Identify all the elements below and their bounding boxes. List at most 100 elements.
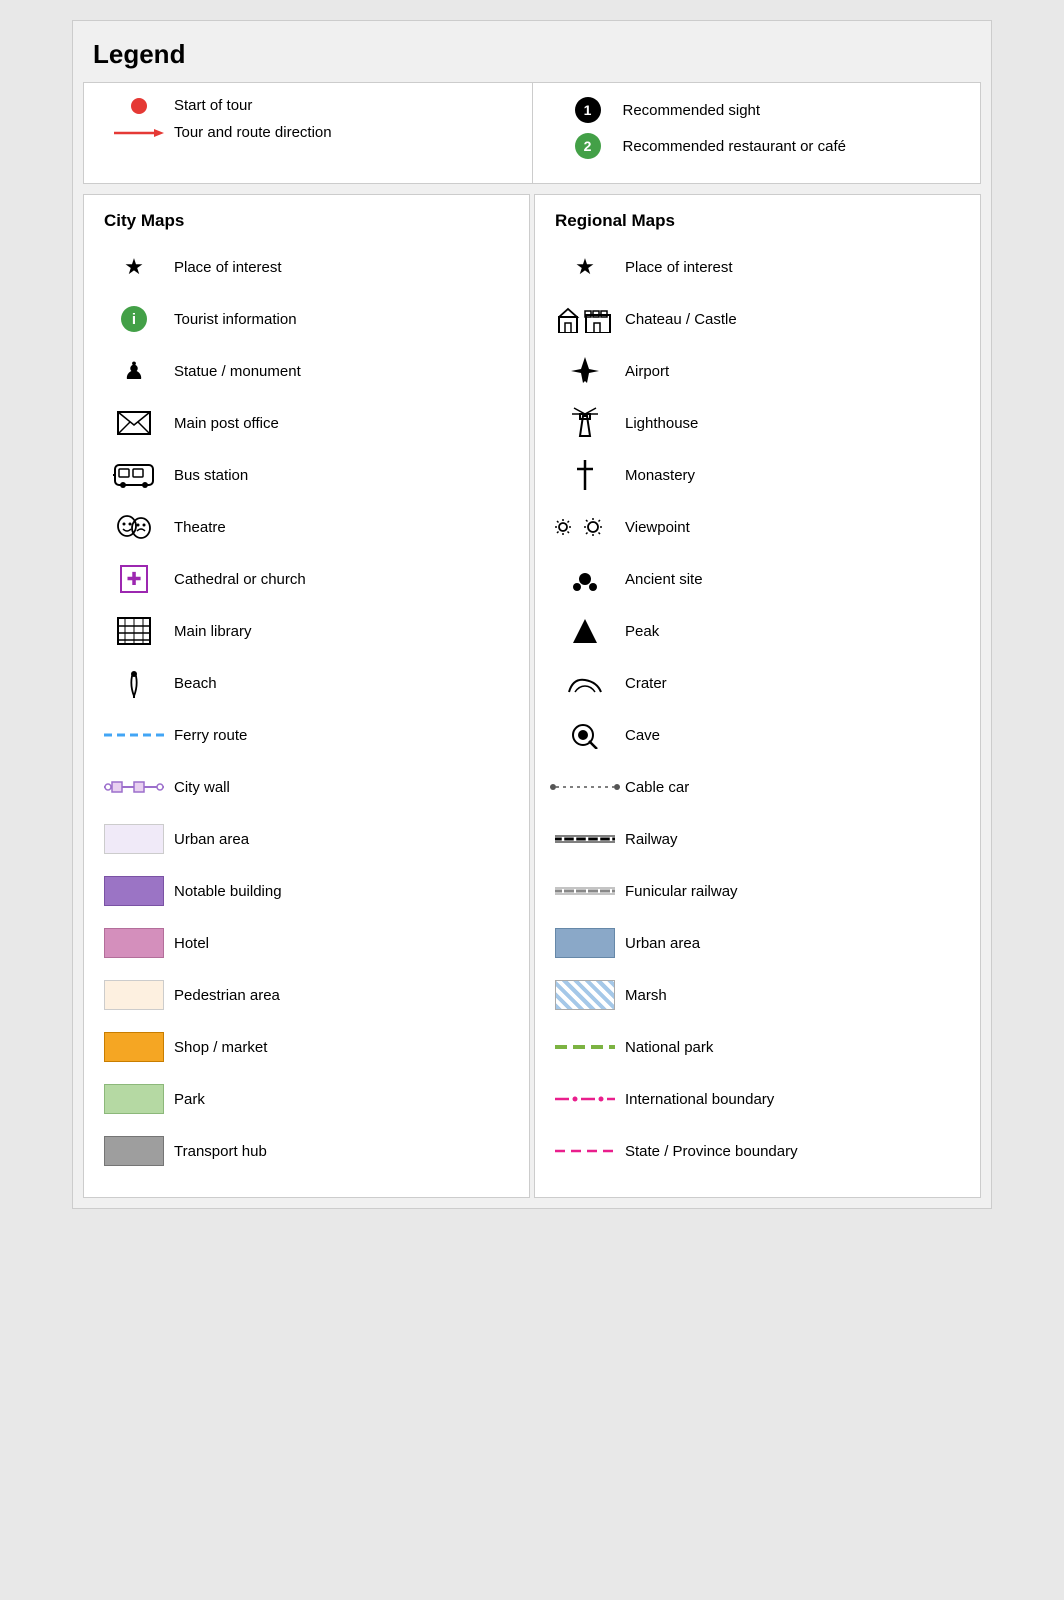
legend-container: Legend Start of tour Tour and route dire… xyxy=(72,20,992,1209)
recommended-restaurant-icon: 2 xyxy=(553,133,623,159)
post-office-row: Main post office xyxy=(94,401,519,445)
city-place-of-interest-row: ★ Place of interest xyxy=(94,245,519,289)
hotel-row: Hotel xyxy=(94,921,519,965)
national-park-label: National park xyxy=(625,1039,970,1056)
regional-place-label: Place of interest xyxy=(625,259,970,276)
pedestrian-label: Pedestrian area xyxy=(174,987,519,1004)
funicular-label: Funicular railway xyxy=(625,883,970,900)
tour-route-row: Tour and route direction xyxy=(104,124,512,141)
crater-row: Crater xyxy=(545,661,970,705)
monastery-row: Monastery xyxy=(545,453,970,497)
shop-row: Shop / market xyxy=(94,1025,519,1069)
notable-building-row: Notable building xyxy=(94,869,519,913)
intl-boundary-label: International boundary xyxy=(625,1091,970,1108)
ancient-site-row: Ancient site xyxy=(545,557,970,601)
recommended-sight-row: 1 Recommended sight xyxy=(553,97,961,123)
regional-maps-header: Regional Maps xyxy=(545,211,970,231)
hotel-label: Hotel xyxy=(174,935,519,952)
tourist-info-label: Tourist information xyxy=(174,311,519,328)
cave-row: Cave xyxy=(545,713,970,757)
crater-label: Crater xyxy=(625,675,970,692)
ferry-icon xyxy=(94,730,174,740)
marsh-label: Marsh xyxy=(625,987,970,1004)
library-label: Main library xyxy=(174,623,519,640)
transport-hub-label: Transport hub xyxy=(174,1143,519,1160)
peak-icon xyxy=(545,617,625,645)
hotel-icon xyxy=(94,928,174,958)
beach-icon xyxy=(94,668,174,698)
park-label: Park xyxy=(174,1091,519,1108)
city-star-icon: ★ xyxy=(94,254,174,280)
intl-boundary-icon xyxy=(545,1093,625,1105)
intl-boundary-row: International boundary xyxy=(545,1077,970,1121)
city-maps-column: City Maps ★ Place of interest i Tourist … xyxy=(83,194,530,1198)
park-icon xyxy=(94,1084,174,1114)
arrow-icon xyxy=(104,126,174,140)
monastery-label: Monastery xyxy=(625,467,970,484)
peak-label: Peak xyxy=(625,623,970,640)
top-left: Start of tour Tour and route direction xyxy=(84,83,533,183)
cable-car-icon xyxy=(545,779,625,795)
recommended-restaurant-row: 2 Recommended restaurant or café xyxy=(553,133,961,159)
crater-icon xyxy=(545,672,625,694)
viewpoint-row: Viewpoint xyxy=(545,505,970,549)
state-boundary-icon xyxy=(545,1146,625,1156)
regional-place-row: ★ Place of interest xyxy=(545,245,970,289)
national-park-icon xyxy=(545,1042,625,1052)
bus-station-label: Bus station xyxy=(174,467,519,484)
post-office-icon xyxy=(94,411,174,435)
top-section: Start of tour Tour and route direction 1… xyxy=(83,82,981,184)
library-icon xyxy=(94,617,174,645)
viewpoint-icon xyxy=(545,513,625,541)
start-of-tour-label: Start of tour xyxy=(174,97,512,114)
lighthouse-row: Lighthouse xyxy=(545,401,970,445)
peak-row: Peak xyxy=(545,609,970,653)
bus-icon xyxy=(94,461,174,489)
recommended-sight-icon: 1 xyxy=(553,97,623,123)
airport-label: Airport xyxy=(625,363,970,380)
beach-row: Beach xyxy=(94,661,519,705)
cathedral-label: Cathedral or church xyxy=(174,571,519,588)
regional-urban-label: Urban area xyxy=(625,935,970,952)
national-park-row: National park xyxy=(545,1025,970,1069)
beach-label: Beach xyxy=(174,675,519,692)
pedestrian-icon xyxy=(94,980,174,1010)
city-place-of-interest-label: Place of interest xyxy=(174,259,519,276)
funicular-row: Funicular railway xyxy=(545,869,970,913)
urban-area-label: Urban area xyxy=(174,831,519,848)
theatre-label: Theatre xyxy=(174,519,519,536)
recommended-restaurant-label: Recommended restaurant or café xyxy=(623,138,961,155)
regional-urban-icon xyxy=(545,928,625,958)
library-row: Main library xyxy=(94,609,519,653)
lighthouse-label: Lighthouse xyxy=(625,415,970,432)
cathedral-icon: ✚ xyxy=(94,565,174,593)
top-right: 1 Recommended sight 2 Recommended restau… xyxy=(533,83,981,183)
funicular-icon xyxy=(545,882,625,900)
bus-station-row: Bus station xyxy=(94,453,519,497)
notable-building-label: Notable building xyxy=(174,883,519,900)
statue-icon: ♟ xyxy=(94,357,174,386)
statue-label: Statue / monument xyxy=(174,363,519,380)
tourist-info-icon: i xyxy=(94,306,174,332)
cave-label: Cave xyxy=(625,727,970,744)
shop-label: Shop / market xyxy=(174,1039,519,1056)
post-office-label: Main post office xyxy=(174,415,519,432)
cable-car-label: Cable car xyxy=(625,779,970,796)
state-boundary-label: State / Province boundary xyxy=(625,1143,970,1160)
statue-row: ♟ Statue / monument xyxy=(94,349,519,393)
marsh-icon xyxy=(545,980,625,1010)
railway-icon xyxy=(545,830,625,848)
red-dot-icon xyxy=(104,98,174,114)
legend-title: Legend xyxy=(73,21,991,82)
theatre-row: Theatre xyxy=(94,505,519,549)
theatre-icon xyxy=(94,513,174,541)
transport-hub-icon xyxy=(94,1136,174,1166)
lighthouse-icon xyxy=(545,406,625,440)
recommended-sight-label: Recommended sight xyxy=(623,102,961,119)
chateau-row: Chateau / Castle xyxy=(545,297,970,341)
notable-building-icon xyxy=(94,876,174,906)
ancient-site-icon xyxy=(545,565,625,593)
regional-maps-column: Regional Maps ★ Place of interest xyxy=(534,194,981,1198)
cave-icon xyxy=(545,721,625,749)
tour-route-label: Tour and route direction xyxy=(174,124,512,141)
